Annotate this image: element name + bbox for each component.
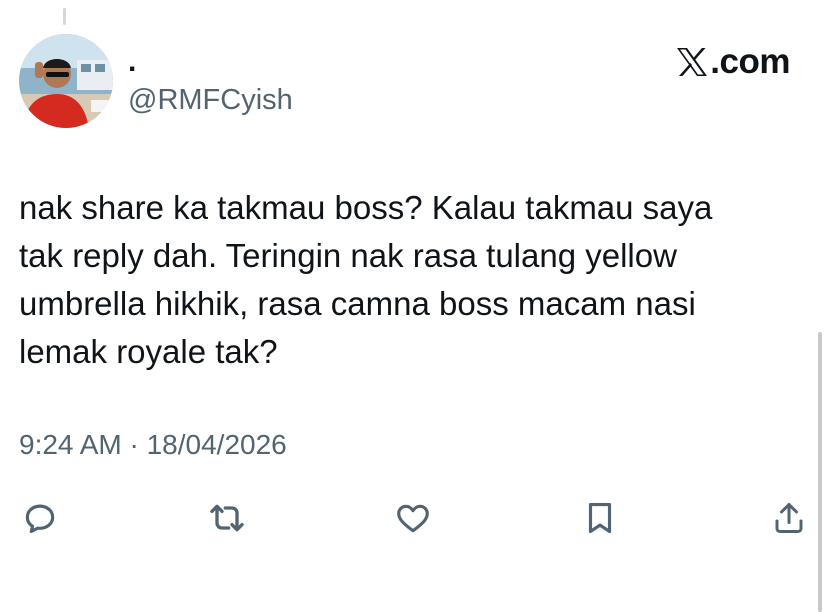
share-button[interactable]	[765, 494, 813, 542]
like-button[interactable]	[389, 494, 437, 542]
bookmark-icon	[581, 499, 619, 537]
tweet-timestamp[interactable]: 9:24 AM · 18/04/2026	[19, 425, 287, 465]
avatar[interactable]	[19, 34, 113, 128]
repost-button[interactable]	[203, 494, 251, 542]
author-handle[interactable]: @RMFCyish	[128, 82, 293, 118]
avatar-photo	[19, 34, 113, 128]
share-icon	[771, 500, 807, 536]
reply-icon	[21, 499, 59, 537]
author-display-name[interactable]: .	[128, 44, 136, 80]
repost-icon	[207, 498, 247, 538]
brand-domain-text: .com	[710, 42, 790, 81]
scrollbar[interactable]	[818, 332, 822, 612]
reply-button[interactable]	[16, 494, 64, 542]
x-brand-logo: .com	[676, 42, 790, 82]
thread-connector-line	[63, 8, 66, 25]
tweet-body-text: nak share ka takmau boss? Kalau takmau s…	[19, 189, 713, 370]
tweet-action-bar	[0, 494, 828, 542]
x-logo-icon	[676, 47, 708, 77]
heart-icon	[394, 499, 432, 537]
bookmark-button[interactable]	[576, 494, 624, 542]
